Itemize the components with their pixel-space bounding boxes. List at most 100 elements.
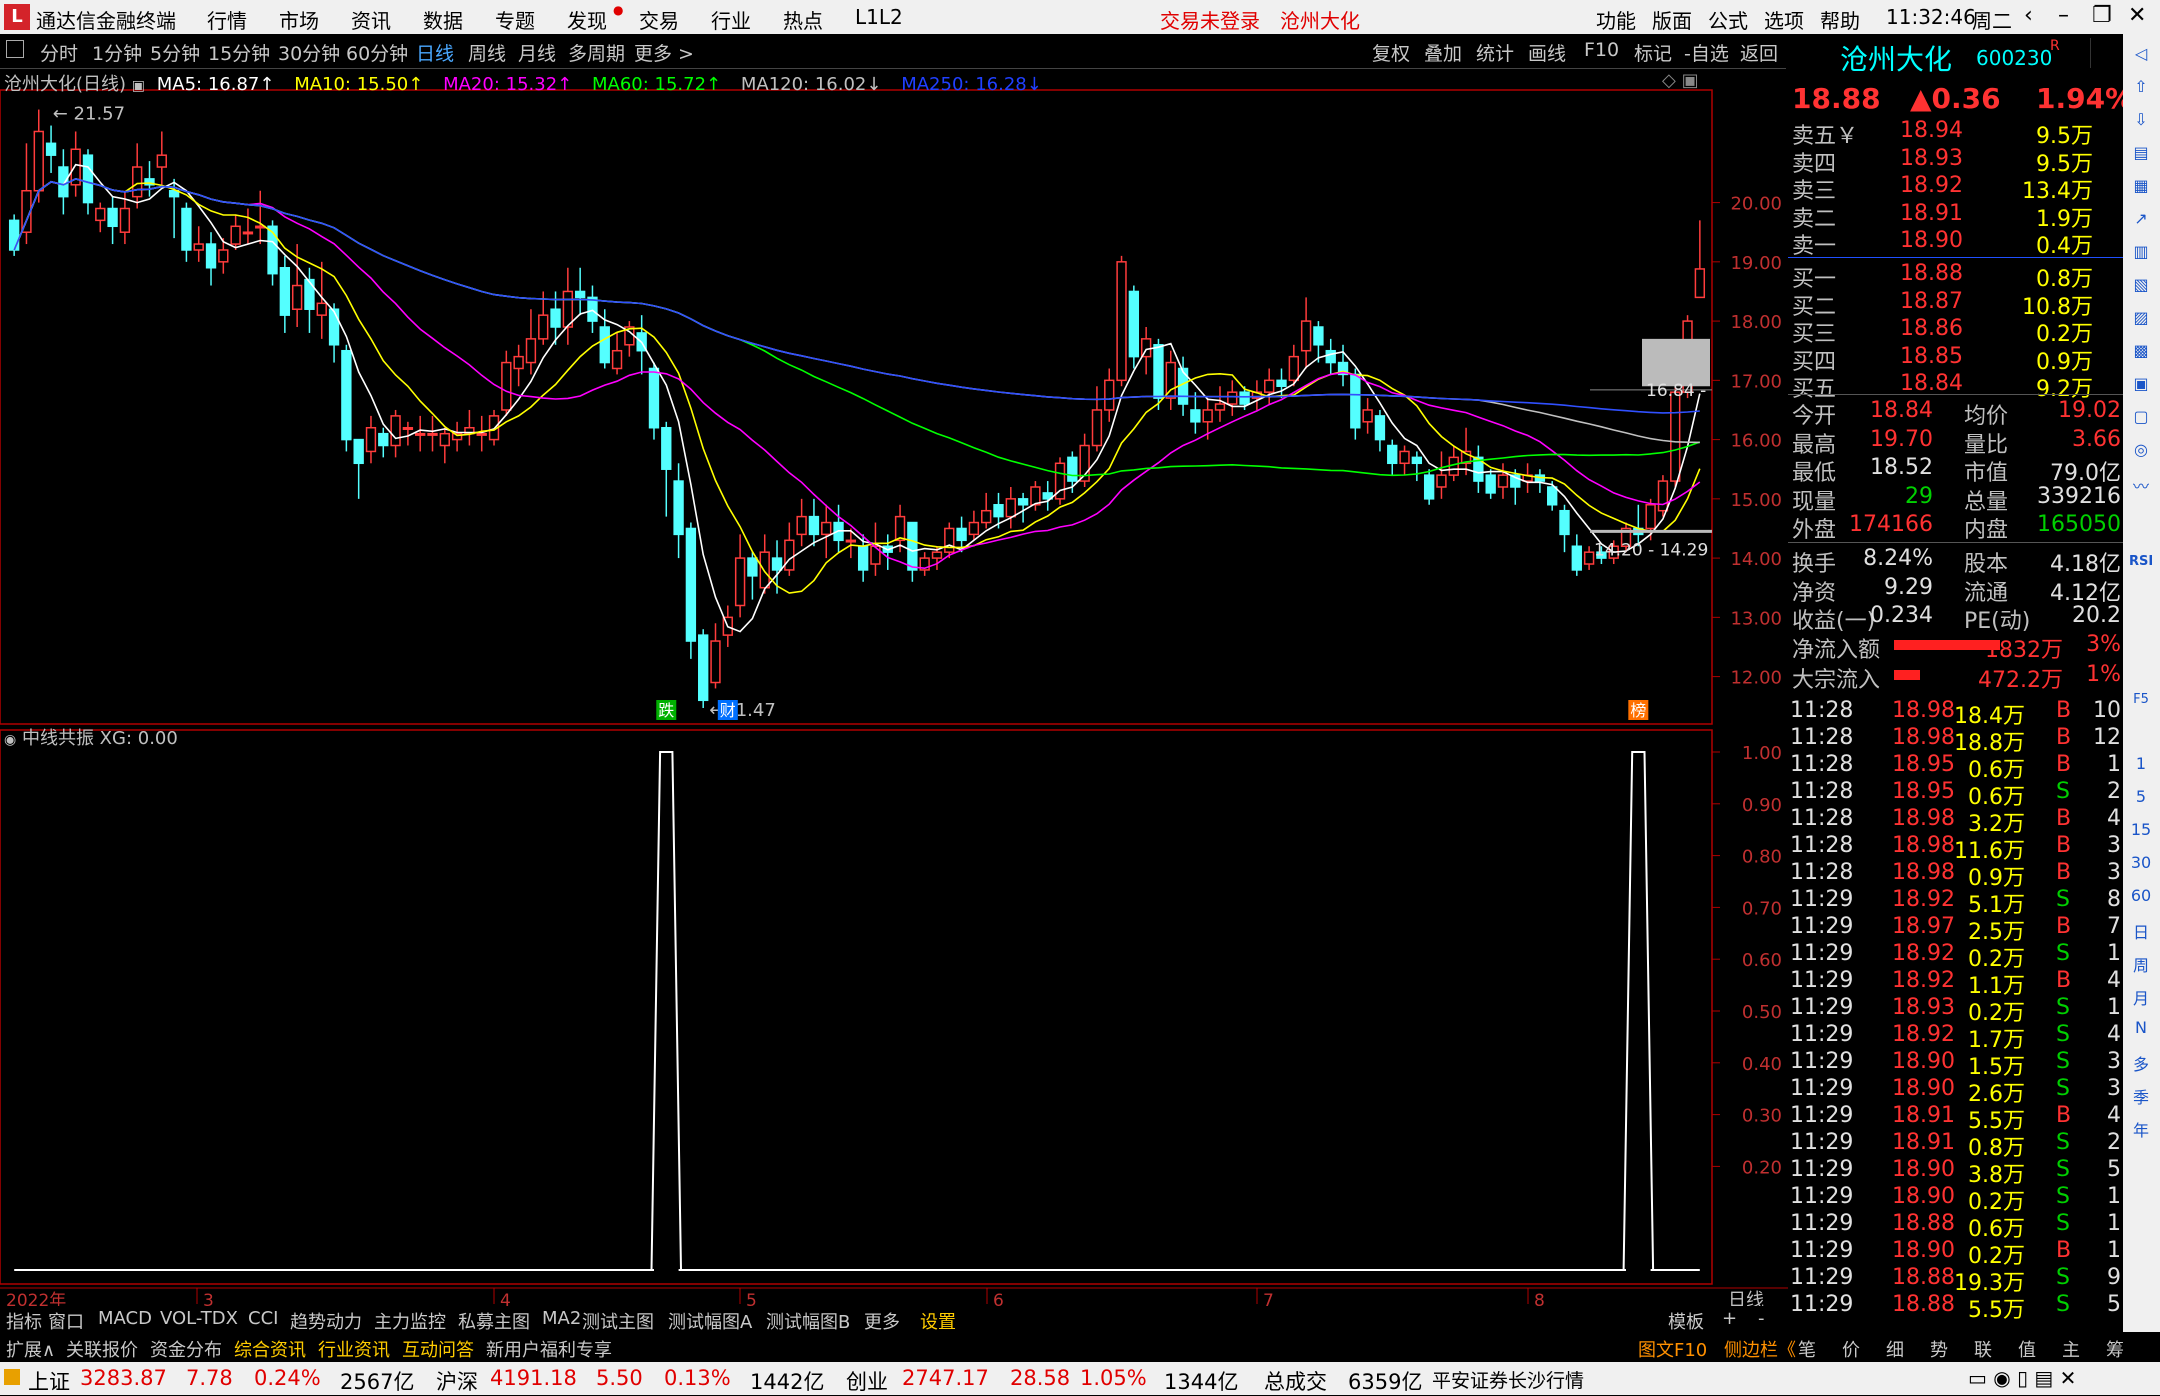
side-period-8[interactable]: N (2129, 1018, 2153, 1037)
menu-l1l2[interactable]: L1L2 (855, 5, 903, 29)
side-tool-icon[interactable]: ◎ (2129, 440, 2153, 459)
side-period-7[interactable]: 月 (2129, 985, 2153, 1009)
tick-row[interactable]: 11:28 18.98 18.8万 B 12 (1788, 725, 2123, 756)
rsi-icon[interactable]: RSI (2129, 554, 2153, 569)
menu-gongneng[interactable]: 功能 (1596, 5, 1636, 34)
flow-row[interactable]: 大宗流入 472.2万 1% (1788, 662, 2123, 693)
tool-diejia[interactable]: 叠加 (1424, 39, 1462, 66)
template-control[interactable]: - (1758, 1308, 1765, 1329)
ask-row[interactable]: 卖一 18.90 0.4万 (1788, 228, 2123, 259)
indicator-tab[interactable]: 指标 (6, 1308, 42, 1334)
f5-icon[interactable]: F5 (2129, 692, 2153, 707)
side-tab[interactable]: 图文F10 (1638, 1336, 1707, 1362)
side-tab[interactable]: 笔 (1798, 1336, 1816, 1362)
ext-tab[interactable]: 扩展∧ (6, 1336, 55, 1362)
period-daily[interactable]: 日线 (416, 39, 454, 66)
login-status[interactable]: 交易未登录 (1160, 5, 1260, 34)
side-period-9[interactable]: 多 (2129, 1051, 2153, 1075)
stat2-row[interactable]: 收益(一) 0.234 PE(动) 20.2 (1788, 603, 2123, 634)
ext-tab[interactable]: 综合资讯 (234, 1336, 306, 1362)
side-tool-icon[interactable]: ↗ (2129, 209, 2153, 228)
ext-tab[interactable]: 新用户福利专享 (486, 1336, 612, 1362)
menu-zixun[interactable]: 资讯 (351, 5, 391, 34)
chart-settings-icon[interactable]: ◇ ▣ (1662, 70, 1699, 91)
side-period-6[interactable]: 周 (2129, 952, 2153, 976)
close-icon[interactable]: ✕ (2128, 3, 2146, 28)
side-tool-icon[interactable]: ▦ (2129, 176, 2153, 195)
stat-row[interactable]: 最低 18.52 市值 79.0亿 (1788, 455, 2123, 486)
indicator-tab[interactable]: MACD (98, 1308, 152, 1329)
menu-faxian[interactable]: 发现 (567, 5, 607, 34)
bid-row[interactable]: 买四 18.85 0.9万 (1788, 344, 2123, 375)
menu-xuanxiang[interactable]: 选项 (1764, 5, 1804, 34)
side-tool-icon[interactable]: 〰 (2129, 473, 2153, 497)
tick-row[interactable]: 11:29 18.91 5.5万 B 4 (1788, 1103, 2123, 1134)
tick-row[interactable]: 11:29 18.88 0.6万 S 1 (1788, 1211, 2123, 1242)
bid-row[interactable]: 买二 18.87 10.8万 (1788, 289, 2123, 320)
side-period-2[interactable]: 15 (2129, 820, 2153, 839)
ext-tab[interactable]: 互动问答 (402, 1336, 474, 1362)
menu-hangye[interactable]: 行业 (711, 5, 751, 34)
tick-row[interactable]: 11:28 18.98 0.9万 B 3 (1788, 860, 2123, 891)
tick-row[interactable]: 11:29 18.88 5.5万 S 5 (1788, 1292, 2123, 1323)
template-control[interactable]: 模板 (1668, 1308, 1704, 1334)
menu-zhuanti[interactable]: 专题 (495, 5, 535, 34)
side-tab[interactable]: 主 (2062, 1336, 2080, 1362)
tick-row[interactable]: 11:29 18.93 0.2万 S 1 (1788, 995, 2123, 1026)
side-tool-icon[interactable]: ▧ (2129, 275, 2153, 294)
ext-tab[interactable]: 资金分布 (150, 1336, 222, 1362)
tick-row[interactable]: 11:29 18.90 0.2万 S 1 (1788, 1184, 2123, 1215)
restore-icon[interactable]: ❐ (2092, 3, 2112, 28)
side-tool-icon[interactable]: ▣ (2129, 374, 2153, 393)
template-control[interactable]: + (1722, 1308, 1737, 1329)
side-period-5[interactable]: 日 (2129, 919, 2153, 943)
tick-row[interactable]: 11:28 18.98 18.4万 B 10 (1788, 698, 2123, 729)
period-fenshi[interactable]: 分时 (40, 39, 78, 66)
tick-row[interactable]: 11:28 18.95 0.6万 S 2 (1788, 779, 2123, 810)
period-more[interactable]: 更多 > (634, 39, 694, 66)
menu-hangqing[interactable]: 行情 (207, 5, 247, 34)
status-icons[interactable]: ▭ ◉ ▯ ▤ ✕ (1968, 1366, 2076, 1390)
tick-row[interactable]: 11:29 18.92 1.7万 S 4 (1788, 1022, 2123, 1053)
side-period-11[interactable]: 年 (2129, 1117, 2153, 1141)
back-icon[interactable]: ‹ (2024, 3, 2033, 28)
menu-shichang[interactable]: 市场 (279, 5, 319, 34)
stat-row[interactable]: 最高 19.70 量比 3.66 (1788, 427, 2123, 458)
side-tool-icon[interactable]: ▨ (2129, 308, 2153, 327)
tick-row[interactable]: 11:28 18.98 11.6万 B 3 (1788, 833, 2123, 864)
ext-tab[interactable]: 行业资讯 (318, 1336, 390, 1362)
side-tab[interactable]: 价 (1842, 1336, 1860, 1362)
toggle-panel-icon[interactable] (6, 40, 24, 58)
minimize-icon[interactable]: – (2058, 3, 2069, 28)
ask-row[interactable]: 卖二 18.91 1.9万 (1788, 201, 2123, 232)
side-tab[interactable]: 侧边栏《 (1724, 1336, 1796, 1362)
indicator-tab[interactable]: 设置 (920, 1308, 956, 1334)
tick-row[interactable]: 11:29 18.90 1.5万 S 3 (1788, 1049, 2123, 1080)
period-multi[interactable]: 多周期 (568, 39, 625, 66)
kline-chart[interactable]: ← 21.57←11.4716.84 -14.20 - 14.29跌财榜 20.… (0, 68, 1788, 1306)
indicator-tab[interactable]: 窗口 (48, 1308, 84, 1334)
period-monthly[interactable]: 月线 (518, 39, 556, 66)
side-tool-icon[interactable]: ▢ (2129, 407, 2153, 426)
period-1min[interactable]: 1分钟 (92, 39, 142, 66)
stat-row[interactable]: 现量 29 总量 339216 (1788, 484, 2123, 515)
period-15min[interactable]: 15分钟 (208, 39, 270, 66)
indicator-tab[interactable]: CCI (248, 1308, 278, 1329)
ask-row[interactable]: 卖四 18.93 9.5万 (1788, 146, 2123, 177)
stat-row[interactable]: 外盘 174166 内盘 165050 (1788, 512, 2123, 543)
tick-row[interactable]: 11:29 18.90 0.2万 B 1 (1788, 1238, 2123, 1269)
tick-row[interactable]: 11:29 18.91 0.8万 S 2 (1788, 1130, 2123, 1161)
indicator-tab[interactable]: VOL-TDX (160, 1308, 238, 1329)
period-5min[interactable]: 5分钟 (150, 39, 200, 66)
ask-row[interactable]: 卖三 18.92 13.4万 (1788, 173, 2123, 204)
period-30min[interactable]: 30分钟 (278, 39, 340, 66)
indicator-tab[interactable]: 更多 (864, 1308, 900, 1334)
bid-row[interactable]: 买三 18.86 0.2万 (1788, 316, 2123, 347)
indicator-tab[interactable]: 测试幅图B (766, 1308, 850, 1334)
tool-tongji[interactable]: 统计 (1476, 39, 1514, 66)
menu-bangzhu[interactable]: 帮助 (1820, 5, 1860, 34)
side-period-4[interactable]: 60 (2129, 886, 2153, 905)
indicator-tab[interactable]: 私募主图 (458, 1308, 530, 1334)
ask-row[interactable]: 卖五￥ 18.94 9.5万 (1788, 118, 2123, 149)
indicator-tab[interactable]: 测试幅图A (668, 1308, 752, 1334)
